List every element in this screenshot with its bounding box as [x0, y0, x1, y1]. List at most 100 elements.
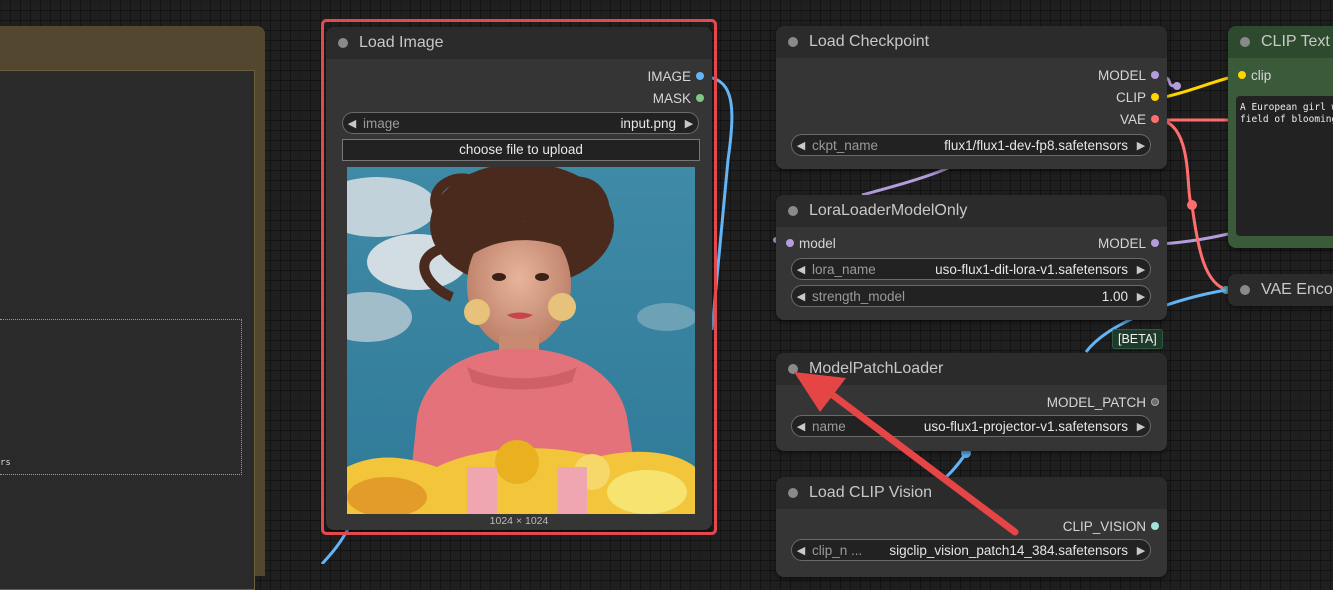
port-label: CLIP — [1115, 90, 1146, 105]
circle-icon[interactable] — [788, 206, 798, 216]
widget-label: image — [363, 115, 400, 131]
triangle-right-icon[interactable]: ▶ — [1132, 290, 1150, 303]
left-group-panel: rs — [0, 26, 265, 590]
node-title-bar[interactable]: Load CLIP Vision — [776, 477, 1167, 509]
node-title: ModelPatchLoader — [809, 360, 944, 377]
node-title: VAE Enco — [1261, 281, 1333, 298]
output-port-model-patch[interactable]: MODEL_PATCH — [1047, 393, 1159, 413]
circle-icon[interactable] — [1151, 522, 1159, 531]
triangle-left-icon[interactable]: ◀ — [343, 117, 361, 130]
triangle-right-icon[interactable]: ▶ — [1132, 544, 1150, 557]
ckpt-name-widget[interactable]: ◀ ckpt_name flux1/flux1-dev-fp8.safetens… — [791, 134, 1151, 156]
triangle-left-icon[interactable]: ◀ — [792, 544, 810, 557]
output-port-model[interactable]: MODEL — [1098, 234, 1159, 254]
output-port-clip-vision[interactable]: CLIP_VISION — [1063, 517, 1159, 537]
port-label: MODEL — [1097, 236, 1146, 251]
circle-icon[interactable] — [696, 94, 704, 103]
circle-icon[interactable] — [1151, 93, 1159, 102]
circle-icon[interactable] — [788, 37, 798, 47]
left-text-box[interactable]: rs — [0, 319, 242, 475]
widget-value: input.png — [620, 115, 676, 131]
wire-clip — [1159, 74, 1237, 100]
node-title-bar[interactable]: VAE Enco — [1228, 274, 1333, 306]
triangle-right-icon[interactable]: ▶ — [680, 117, 698, 130]
load-image-node[interactable]: Load Image IMAGE MASK ◀ image input.png … — [326, 27, 712, 530]
prompt-textarea[interactable]: A European girl w field of blooming — [1236, 96, 1333, 236]
circle-icon[interactable] — [1151, 398, 1159, 407]
triangle-left-icon[interactable]: ◀ — [792, 263, 810, 276]
vae-encode-node[interactable]: VAE Enco — [1228, 274, 1333, 306]
port-label: MASK — [652, 91, 691, 106]
output-port-vae[interactable]: VAE — [1120, 110, 1159, 130]
triangle-left-icon[interactable]: ◀ — [792, 139, 810, 152]
circle-icon[interactable] — [788, 364, 798, 374]
left-group-inner: rs — [0, 70, 255, 590]
port-label: CLIP_VISION — [1062, 519, 1146, 534]
widget-label: clip_n ... — [812, 542, 863, 558]
port-label: VAE — [1119, 112, 1146, 127]
circle-icon[interactable] — [1238, 71, 1246, 80]
wire-reroute-dot — [1173, 82, 1181, 90]
lora-name-widget[interactable]: ◀ lora_name uso-flux1-dit-lora-v1.safete… — [791, 258, 1151, 280]
lora-loader-node[interactable]: LoraLoaderModelOnly model MODEL ◀ lora_n… — [776, 195, 1167, 320]
node-title-bar[interactable]: LoraLoaderModelOnly — [776, 195, 1167, 227]
node-title-bar[interactable]: Load Image — [326, 27, 712, 59]
triangle-left-icon[interactable]: ◀ — [792, 290, 810, 303]
circle-icon[interactable] — [1240, 285, 1250, 295]
circle-icon[interactable] — [788, 488, 798, 498]
circle-icon[interactable] — [1151, 239, 1159, 248]
widget-value: flux1/flux1-dev-fp8.safetensors — [944, 137, 1128, 153]
clip-name-widget[interactable]: ◀ clip_n ... sigclip_vision_patch14_384.… — [791, 539, 1151, 561]
circle-icon[interactable] — [786, 239, 794, 248]
port-label: model — [799, 236, 836, 251]
circle-icon[interactable] — [1151, 115, 1159, 124]
node-title: CLIP Text — [1261, 33, 1330, 50]
widget-label: name — [812, 418, 846, 434]
wire-image-bottom — [320, 524, 352, 564]
wire-vae-encode — [1159, 118, 1229, 292]
input-port-clip[interactable]: clip — [1238, 66, 1271, 86]
widget-label: strength_model — [812, 288, 906, 304]
port-label: MODEL — [1097, 68, 1146, 83]
image-combo-widget[interactable]: ◀ image input.png ▶ — [342, 112, 699, 134]
node-title-bar[interactable]: Load Checkpoint — [776, 26, 1167, 58]
output-port-clip[interactable]: CLIP — [1116, 88, 1159, 108]
widget-value: 1.00 — [1101, 288, 1128, 304]
circle-icon[interactable] — [1151, 71, 1159, 80]
output-port-image[interactable]: IMAGE — [647, 67, 704, 87]
wire-model-to-lora — [861, 166, 949, 197]
wire-reroute-dot — [1187, 200, 1197, 210]
circle-icon[interactable] — [338, 38, 348, 48]
upload-button[interactable]: choose file to upload — [342, 139, 700, 161]
output-port-mask[interactable]: MASK — [653, 89, 704, 109]
node-title-bar[interactable]: CLIP Text — [1228, 26, 1333, 58]
port-label: clip — [1251, 68, 1272, 83]
wire-lora-out — [1159, 232, 1229, 246]
circle-icon[interactable] — [696, 72, 704, 81]
clip-text-node[interactable]: CLIP Text clip A European girl w field o… — [1228, 26, 1333, 248]
strength-model-widget[interactable]: ◀ strength_model 1.00 ▶ — [791, 285, 1151, 307]
triangle-right-icon[interactable]: ▶ — [1132, 139, 1150, 152]
circle-icon[interactable] — [1240, 37, 1250, 47]
triangle-right-icon[interactable]: ▶ — [1132, 420, 1150, 433]
triangle-left-icon[interactable]: ◀ — [792, 420, 810, 433]
load-checkpoint-node[interactable]: Load Checkpoint MODEL CLIP VAE ◀ ckpt_na… — [776, 26, 1167, 169]
model-patch-loader-node[interactable]: ModelPatchLoader MODEL_PATCH ◀ name uso-… — [776, 353, 1167, 451]
beta-badge: [BETA] — [1112, 329, 1163, 349]
input-port-model[interactable]: model — [786, 234, 836, 254]
widget-value: sigclip_vision_patch14_384.safetensors — [889, 542, 1128, 558]
widget-label: ckpt_name — [812, 137, 879, 153]
load-clip-vision-node[interactable]: Load CLIP Vision CLIP_VISION ◀ clip_n ..… — [776, 477, 1167, 577]
triangle-right-icon[interactable]: ▶ — [1132, 263, 1150, 276]
port-label: IMAGE — [647, 69, 691, 84]
port-label: MODEL_PATCH — [1046, 395, 1146, 410]
widget-value: uso-flux1-projector-v1.safetensors — [923, 418, 1128, 434]
preview-size-caption: 1024 × 1024 — [489, 515, 549, 527]
output-port-model[interactable]: MODEL — [1098, 66, 1159, 86]
image-preview[interactable] — [347, 167, 695, 514]
left-text-fragment: rs — [0, 458, 11, 468]
patch-name-widget[interactable]: ◀ name uso-flux1-projector-v1.safetensor… — [791, 415, 1151, 437]
widget-value: uso-flux1-dit-lora-v1.safetensors — [935, 261, 1128, 277]
prompt-text: A European girl w field of blooming — [1240, 102, 1333, 125]
node-title-bar[interactable]: ModelPatchLoader — [776, 353, 1167, 385]
